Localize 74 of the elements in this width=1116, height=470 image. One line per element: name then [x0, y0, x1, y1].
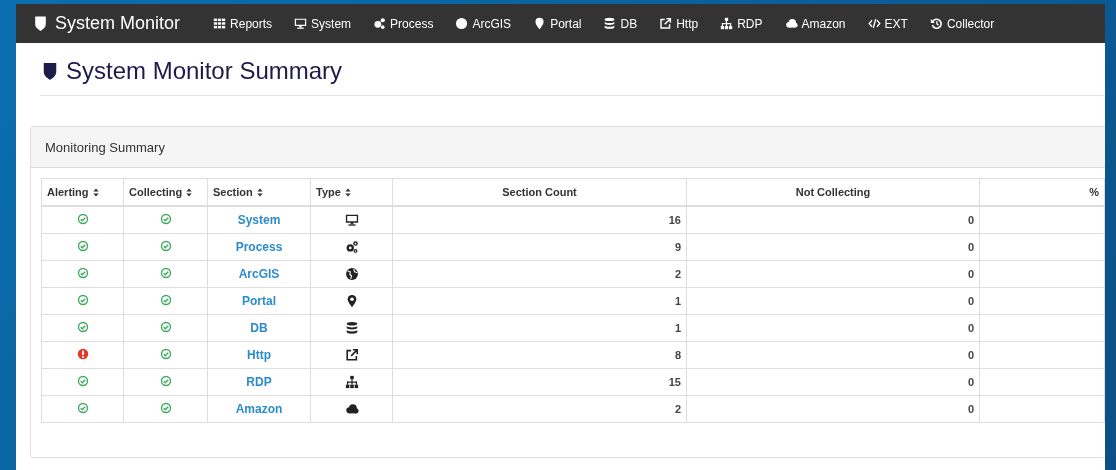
table-cell: 0 [686, 314, 980, 342]
table-cell: 0 [686, 341, 980, 369]
cloud-icon [784, 17, 798, 30]
external-link-icon [344, 348, 359, 363]
column-header[interactable]: Alerting [41, 178, 124, 206]
database-icon [603, 17, 617, 30]
column-header[interactable]: Collecting [123, 178, 208, 206]
nav-link[interactable]: Amazon [773, 4, 857, 43]
nav-link[interactable]: DB [592, 4, 649, 43]
table-cell: 0 [686, 287, 980, 315]
column-header[interactable]: Section [207, 178, 311, 206]
check-circle-icon [159, 267, 172, 279]
sitemap-icon [720, 17, 734, 30]
table-cell: 0 [686, 206, 980, 234]
nav-link[interactable]: Http [648, 4, 710, 43]
check-circle-icon [76, 321, 89, 333]
table-cell: 9 [392, 233, 687, 261]
sort-icon [91, 187, 100, 199]
table-cell: 16 [392, 206, 687, 234]
nav-link[interactable]: EXT [856, 4, 919, 43]
sort-icon [343, 187, 352, 199]
table-cell: 2 [392, 395, 687, 423]
nav-link[interactable]: Portal [522, 4, 593, 43]
table-cell: 1 [392, 287, 687, 315]
table-cell: 2 [392, 260, 687, 288]
column-header: Section Count [392, 178, 687, 206]
section-link[interactable]: RDP [246, 375, 272, 389]
section-link[interactable]: Http [247, 348, 271, 362]
table-cell: 0 [686, 395, 980, 423]
check-circle-icon [159, 402, 172, 414]
nav-link[interactable]: Process [362, 4, 445, 43]
monitor-icon [344, 213, 359, 228]
nav-link[interactable]: Reports [202, 4, 284, 43]
column-header: Not Collecting [686, 178, 980, 206]
code-icon [867, 17, 881, 30]
monitor-icon [294, 17, 308, 30]
sort-icon [255, 187, 264, 199]
external-link-icon [659, 17, 673, 30]
check-circle-icon [76, 240, 89, 252]
sort-icon [185, 187, 194, 199]
column-header[interactable]: Type [310, 178, 393, 206]
check-circle-icon [76, 294, 89, 306]
check-circle-icon [76, 402, 89, 414]
check-circle-icon [159, 213, 172, 225]
nav-link[interactable]: RDP [709, 4, 774, 43]
grid-icon [213, 17, 227, 30]
exclamation-circle-icon [76, 348, 89, 360]
nav-link[interactable]: Collector [918, 4, 1006, 43]
app-title: System Monitor [55, 13, 181, 34]
check-circle-icon [76, 375, 89, 387]
section-link[interactable]: DB [250, 321, 268, 335]
section-link[interactable]: Portal [242, 294, 276, 308]
check-circle-icon [159, 294, 172, 306]
table-cell: 0 [686, 368, 980, 396]
check-circle-icon [159, 240, 172, 252]
database-icon [344, 321, 359, 336]
table-cell: 0 [686, 233, 980, 261]
column-header: % [979, 178, 1105, 206]
panel-title: Monitoring Summary [45, 139, 165, 155]
table-cell: 8 [392, 341, 687, 369]
history-icon [929, 17, 943, 30]
nav-link[interactable]: ArcGIS [444, 4, 523, 43]
shield-icon [32, 15, 49, 32]
check-circle-icon [76, 213, 89, 225]
page-title: System Monitor Summary [66, 57, 343, 85]
nav-link[interactable]: System [283, 4, 363, 43]
table-cell: 15 [392, 368, 687, 396]
table-cell: 0 [686, 260, 980, 288]
check-circle-icon [76, 267, 89, 279]
check-circle-icon [159, 348, 172, 360]
table-cell: 1 [392, 314, 687, 342]
sitemap-icon [344, 375, 359, 390]
check-circle-icon [159, 375, 172, 387]
check-circle-icon [159, 321, 172, 333]
